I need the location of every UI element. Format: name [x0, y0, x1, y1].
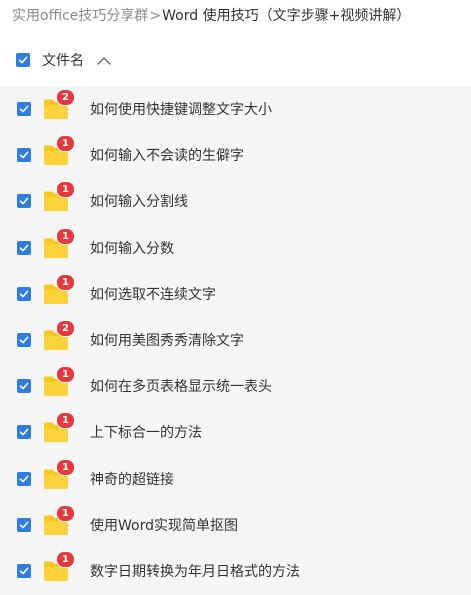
folder-icon: 1: [43, 227, 75, 259]
file-name: 数字日期转换为年月日格式的方法: [90, 564, 300, 580]
breadcrumb-parent-link[interactable]: 实用office技巧分享群: [12, 6, 148, 26]
file-name: 如何输入不会读的生僻字: [90, 148, 244, 165]
file-name: 如何用美图秀秀清除文字: [90, 333, 244, 349]
row-checkbox[interactable]: [17, 425, 31, 440]
count-badge: 1: [56, 551, 75, 568]
list-item[interactable]: 1 如何输入分数: [0, 225, 471, 271]
folder-icon: 1: [43, 273, 75, 305]
file-name: 神奇的超链接: [90, 471, 174, 488]
row-checkbox[interactable]: [17, 240, 31, 255]
list-item[interactable]: 1 神奇的超链接: [0, 456, 471, 502]
checkmark-icon: [19, 382, 29, 390]
file-name: 如何输入分割线: [90, 194, 188, 211]
checkmark-icon: [19, 428, 29, 436]
breadcrumb-current: Word 使用技巧（文字步骤+视频讲解）: [162, 8, 411, 24]
checkmark-icon: [19, 567, 29, 575]
list-item[interactable]: 2 如何用美图秀秀清除文字: [0, 317, 471, 363]
count-badge: 1: [56, 504, 75, 522]
count-badge: 1: [56, 458, 75, 476]
count-badge: 2: [56, 320, 75, 337]
list-item[interactable]: 1 使用Word实现简单抠图: [0, 502, 471, 548]
row-checkbox[interactable]: [17, 148, 31, 163]
count-badge: 1: [56, 181, 75, 199]
column-header-filename[interactable]: 文件名: [42, 50, 84, 70]
folder-icon: 1: [43, 412, 75, 443]
list-item[interactable]: 1 数字日期转换为年月日格式的方法: [0, 548, 471, 594]
folder-icon: 2: [43, 320, 75, 351]
row-checkbox[interactable]: [17, 471, 31, 486]
row-checkbox[interactable]: [17, 564, 31, 578]
breadcrumb: 实用office技巧分享群 > Word 使用技巧（文字步骤+视频讲解）: [12, 6, 410, 26]
list-item[interactable]: 2 如何使用快捷键调整文字大小: [0, 86, 471, 132]
row-checkbox[interactable]: [17, 517, 31, 532]
count-badge: 1: [56, 135, 75, 153]
checkmark-icon: [18, 56, 28, 64]
folder-icon: 2: [43, 89, 75, 120]
chevron-up-icon[interactable]: [96, 52, 112, 68]
count-badge: 1: [56, 227, 75, 245]
select-all-checkbox[interactable]: [16, 53, 30, 67]
list-item[interactable]: 1 上下标合一的方法: [0, 409, 471, 455]
row-checkbox[interactable]: [17, 286, 31, 301]
file-name: 如何选取不连续文字: [90, 286, 216, 303]
checkmark-icon: [19, 521, 29, 529]
row-checkbox[interactable]: [17, 194, 31, 209]
row-checkbox[interactable]: [17, 379, 31, 394]
checkmark-icon: [19, 336, 29, 344]
list-header: 文件名: [0, 38, 471, 82]
checkmark-icon: [19, 244, 29, 251]
row-checkbox[interactable]: [17, 102, 31, 116]
file-list: 2 如何使用快捷键调整文字大小 1 如何输入不会读的生僻字 1 如何输入分割线 …: [0, 86, 471, 595]
count-badge: 1: [56, 366, 75, 384]
list-item[interactable]: 1 如何在多页表格显示统一表头: [0, 363, 471, 409]
folder-icon: 1: [43, 135, 75, 166]
folder-icon: 1: [43, 551, 75, 582]
checkmark-icon: [19, 151, 29, 159]
folder-icon: 1: [43, 181, 75, 212]
folder-icon: 1: [43, 504, 75, 536]
list-item[interactable]: 1 如何输入不会读的生僻字: [0, 132, 471, 178]
breadcrumb-separator: >: [149, 8, 162, 24]
folder-icon: 1: [43, 366, 75, 397]
file-name: 如何在多页表格显示统一表头: [90, 379, 272, 396]
list-item[interactable]: 1 如何选取不连续文字: [0, 271, 471, 317]
file-name: 使用Word实现简单抠图: [90, 517, 238, 534]
checkmark-icon: [19, 197, 29, 205]
list-item[interactable]: 1 如何输入分割线: [0, 178, 471, 224]
checkmark-icon: [19, 105, 29, 113]
count-badge: 2: [56, 89, 75, 106]
file-name: 如何使用快捷键调整文字大小: [90, 102, 272, 118]
count-badge: 1: [56, 273, 75, 291]
row-checkbox[interactable]: [17, 333, 31, 347]
file-name: 上下标合一的方法: [90, 425, 202, 442]
checkmark-icon: [19, 290, 29, 298]
folder-icon: 1: [43, 458, 75, 490]
count-badge: 1: [56, 412, 75, 430]
file-name: 如何输入分数: [90, 240, 174, 257]
checkmark-icon: [19, 475, 29, 482]
